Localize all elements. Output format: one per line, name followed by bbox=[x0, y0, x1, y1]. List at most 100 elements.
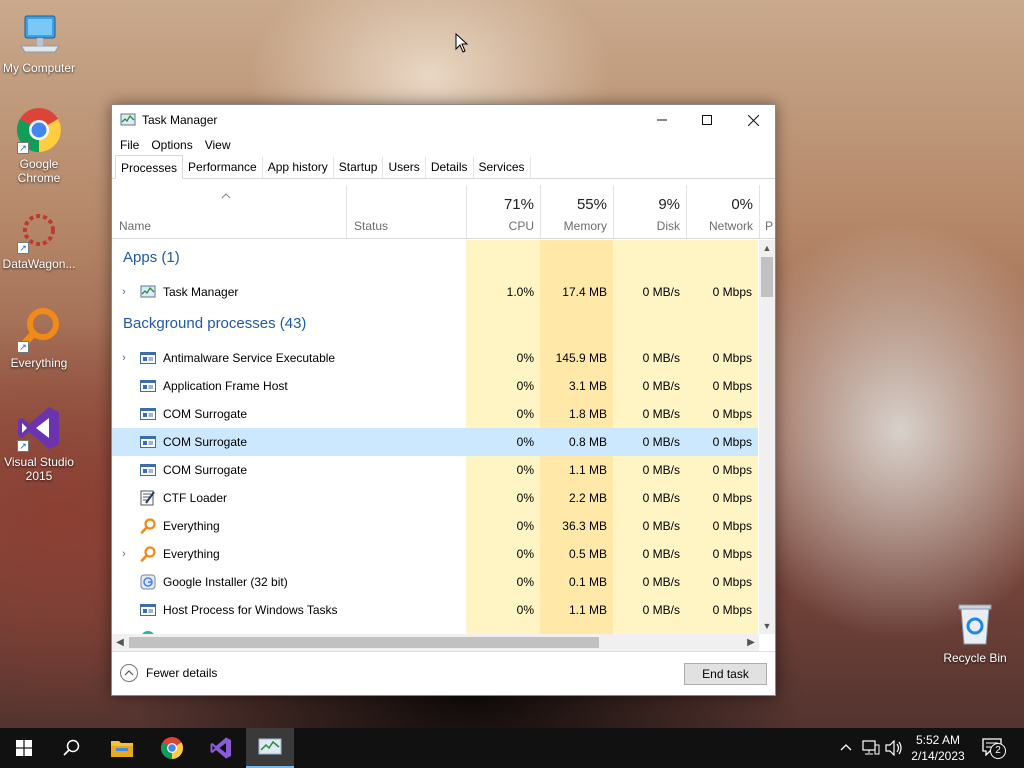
table-row[interactable]: 0% 1.8 MB 0 MB/s 0 Mbps COM Surrogate bbox=[112, 400, 758, 428]
cpu-cell: 0% bbox=[466, 400, 540, 428]
chevron-right-icon[interactable]: › bbox=[119, 278, 129, 306]
network-icon[interactable] bbox=[862, 740, 880, 756]
menu-file[interactable]: File bbox=[114, 138, 145, 152]
minimize-button[interactable] bbox=[639, 105, 685, 135]
tab-processes[interactable]: Processes bbox=[115, 155, 184, 179]
table-row[interactable]: 1.0% 17.4 MB 0 MB/s 0 Mbps › Task Manager bbox=[112, 278, 758, 306]
tab-services[interactable]: Services bbox=[474, 157, 531, 178]
horizontal-scrollbar[interactable]: ◀ ▶ bbox=[112, 634, 759, 651]
fewer-details-toggle[interactable]: Fewer details bbox=[120, 664, 217, 682]
process-name: COM Surrogate bbox=[163, 407, 248, 421]
fewer-details-label: Fewer details bbox=[146, 666, 218, 680]
service-window-icon bbox=[140, 602, 156, 618]
process-name: Antimalware Service Executable bbox=[163, 351, 336, 365]
vertical-scrollbar[interactable]: ▲ ▼ bbox=[759, 240, 775, 634]
disk-cell: 0 MB/s bbox=[613, 540, 686, 568]
scroll-left-icon[interactable]: ◀ bbox=[112, 634, 128, 651]
tab-users[interactable]: Users bbox=[383, 157, 426, 178]
memory-cell: 0.8 MB bbox=[568, 435, 607, 449]
chevron-right-icon[interactable]: › bbox=[119, 344, 129, 372]
maximize-icon bbox=[702, 115, 712, 125]
network-cell: 0 Mbps bbox=[686, 278, 758, 306]
process-name: Everything bbox=[163, 519, 220, 533]
task-manager-window[interactable]: Task Manager File Options View Processes… bbox=[111, 104, 776, 696]
clock-time: 5:52 AM bbox=[915, 733, 961, 747]
service-window-icon bbox=[140, 350, 156, 366]
tab-details[interactable]: Details bbox=[426, 157, 474, 178]
desktop-icon-google-chrome[interactable]: ↗ Google Chrome bbox=[2, 106, 76, 185]
table-row[interactable]: 0% 0.5 MB 0 MB/s 0 Mbps › Everything bbox=[112, 540, 758, 568]
scroll-up-icon[interactable]: ▲ bbox=[759, 240, 775, 256]
column-header-cpu[interactable]: 71% CPU bbox=[466, 185, 540, 238]
table-row[interactable]: 0% 36.3 MB 0 MB/s 0 Mbps Everything bbox=[112, 512, 758, 540]
chevron-up-icon[interactable] bbox=[840, 743, 852, 751]
disk-cell bbox=[613, 624, 686, 634]
taskbar-file-explorer[interactable] bbox=[98, 728, 146, 768]
table-row[interactable]: 0% 2.2 MB 0 MB/s 0 Mbps CTF Loader bbox=[112, 484, 758, 512]
title-bar[interactable]: Task Manager bbox=[112, 105, 775, 135]
column-header-disk[interactable]: 9% Disk bbox=[613, 185, 686, 238]
tab-performance[interactable]: Performance bbox=[183, 157, 263, 178]
task-manager-icon bbox=[120, 113, 136, 126]
network-cell bbox=[686, 240, 758, 278]
table-row[interactable]: 0% 3.1 MB 0 MB/s 0 Mbps Application Frame Ho… bbox=[112, 372, 758, 400]
taskbar-visual-studio[interactable] bbox=[197, 728, 245, 768]
search-icon bbox=[63, 739, 80, 756]
cpu-cell: 0% bbox=[466, 540, 540, 568]
close-button[interactable] bbox=[730, 105, 776, 135]
vertical-scroll-thumb[interactable] bbox=[761, 257, 773, 297]
google-installer-icon bbox=[140, 574, 156, 590]
start-button[interactable] bbox=[0, 728, 48, 768]
column-header-status[interactable]: Status bbox=[346, 185, 466, 238]
network-cell: 0 Mbps bbox=[686, 596, 758, 624]
chevron-right-icon[interactable]: › bbox=[119, 540, 129, 568]
tab-bar: Processes Performance App history Startu… bbox=[112, 155, 775, 179]
horizontal-scroll-thumb[interactable] bbox=[129, 637, 599, 648]
network-cell bbox=[686, 306, 758, 344]
table-row[interactable]: 0% 0.8 MB 0 MB/s 0 Mbps COM Surrogate bbox=[112, 428, 758, 456]
table-row[interactable]: 0% 145.9 MB 0 MB/s 0 Mbps › Antimalware Servi… bbox=[112, 344, 758, 372]
column-header-name[interactable]: Name bbox=[112, 185, 346, 238]
column-header-network[interactable]: 0% Network bbox=[686, 185, 759, 238]
desktop-icon-everything[interactable]: ↗ Everything bbox=[2, 305, 76, 370]
shortcut-arrow-icon: ↗ bbox=[17, 242, 29, 254]
taskbar-clock[interactable]: 5:52 AM 2/14/2023 bbox=[890, 732, 986, 764]
memory-cell: 0.5 MB bbox=[540, 540, 613, 568]
memory-cell: 1.8 MB bbox=[540, 400, 613, 428]
window-footer: Fewer details End task bbox=[112, 651, 775, 695]
scroll-down-icon[interactable]: ▼ bbox=[759, 618, 775, 634]
close-icon bbox=[747, 114, 759, 126]
taskbar-task-manager[interactable] bbox=[246, 728, 294, 768]
table-row[interactable] bbox=[112, 624, 758, 634]
desktop-icon-datawagon[interactable]: ↗ DataWagon... bbox=[2, 206, 76, 271]
taskbar-chrome[interactable] bbox=[148, 728, 196, 768]
menu-view[interactable]: View bbox=[199, 138, 237, 152]
desktop-icon-my-computer[interactable]: My Computer bbox=[2, 10, 76, 75]
table-row[interactable]: 0% 1.1 MB 0 MB/s 0 Mbps COM Surrogate bbox=[112, 456, 758, 484]
minimize-icon bbox=[657, 119, 667, 121]
desktop-icon-visual-studio[interactable]: ↗ Visual Studio 2015 bbox=[2, 404, 76, 483]
process-name: Host Process for Windows Tasks bbox=[163, 603, 338, 617]
disk-cell: 0 MB/s bbox=[613, 278, 686, 306]
process-table: Name Status 71% CPU 55% Memory 9% Disk 0… bbox=[112, 185, 775, 651]
mouse-cursor-icon bbox=[455, 33, 469, 53]
action-center-button[interactable]: 2 bbox=[982, 738, 1008, 760]
table-row[interactable]: 0% 0.1 MB 0 MB/s 0 Mbps Google Installer (32… bbox=[112, 568, 758, 596]
maximize-button[interactable] bbox=[684, 105, 730, 135]
process-name: Google Installer (32 bit) bbox=[163, 575, 288, 589]
table-row[interactable]: 0% 1.1 MB 0 MB/s 0 Mbps Host Process for Win… bbox=[112, 596, 758, 624]
menu-options[interactable]: Options bbox=[145, 138, 198, 152]
cpu-cell bbox=[466, 306, 540, 344]
process-name: Application Frame Host bbox=[163, 379, 288, 393]
column-header-power[interactable]: P bbox=[759, 185, 775, 238]
tab-app-history[interactable]: App history bbox=[263, 157, 334, 178]
scroll-right-icon[interactable]: ▶ bbox=[743, 634, 759, 651]
column-header-memory[interactable]: 55% Memory bbox=[540, 185, 613, 238]
desktop-icon-recycle-bin[interactable]: Recycle Bin bbox=[938, 600, 1012, 665]
shortcut-arrow-icon: ↗ bbox=[17, 440, 29, 452]
tab-startup[interactable]: Startup bbox=[334, 157, 384, 178]
end-task-button[interactable]: End task bbox=[684, 663, 767, 685]
desktop-icon-label: Recycle Bin bbox=[943, 651, 1007, 665]
cpu-cell bbox=[466, 240, 540, 278]
search-button[interactable] bbox=[48, 728, 96, 768]
